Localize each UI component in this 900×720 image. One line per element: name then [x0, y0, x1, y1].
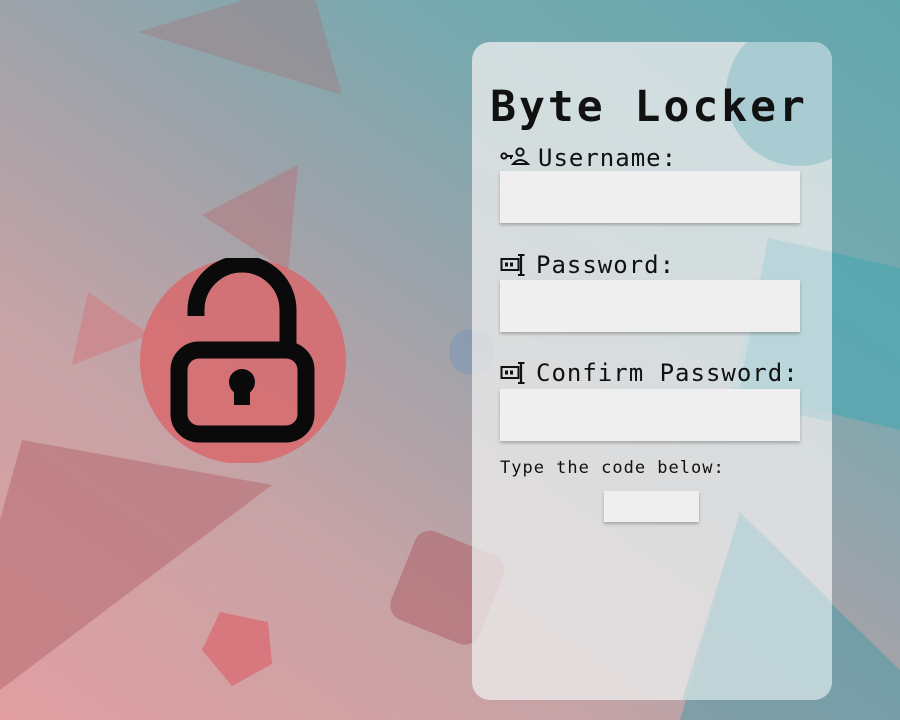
user-key-icon: [500, 147, 530, 165]
password-key-icon: [500, 254, 525, 276]
username-label: Username:: [538, 144, 678, 172]
confirm-password-input[interactable]: [500, 389, 800, 441]
confirm-password-label-row: Confirm Password:: [500, 358, 799, 388]
username-input[interactable]: [500, 171, 800, 223]
login-screen: Byte Locker Username: Password: Confirm …: [0, 0, 900, 720]
bg-pentagon: [202, 612, 272, 686]
password-label-row: Password:: [500, 250, 675, 280]
bg-triangle-top: [138, 0, 342, 95]
password-input[interactable]: [500, 280, 800, 332]
confirm-password-label: Confirm Password:: [536, 359, 799, 387]
bg-triangle-mid: [202, 165, 298, 272]
password-label: Password:: [536, 251, 676, 279]
code-label: Type the code below:: [500, 458, 725, 478]
lock-illustration: [138, 255, 348, 464]
login-card: Byte Locker Username: Password: Confirm …: [472, 42, 832, 700]
app-title: Byte Locker: [490, 82, 808, 132]
password-key-icon: [500, 362, 525, 384]
code-input[interactable]: [604, 491, 699, 522]
unlocked-padlock-icon: [140, 255, 346, 464]
username-label-row: Username:: [500, 143, 677, 173]
